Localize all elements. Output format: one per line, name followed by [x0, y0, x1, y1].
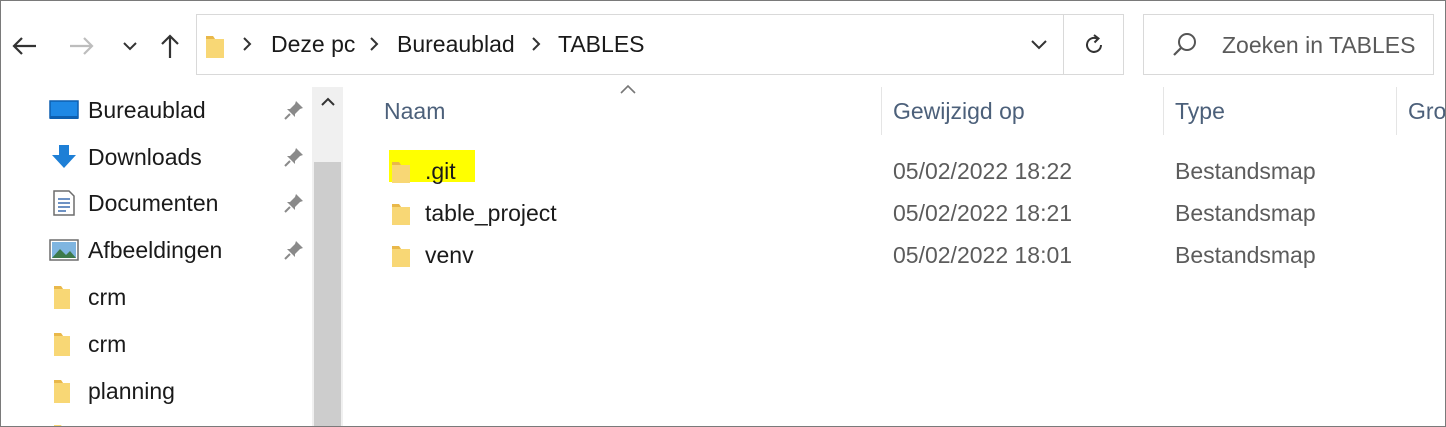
address-history-button[interactable]	[1017, 15, 1061, 74]
scroll-up-button[interactable]	[312, 87, 343, 117]
scrollbar-thumb[interactable]	[314, 162, 341, 426]
column-divider[interactable]	[1396, 87, 1397, 135]
chevron-up-icon	[320, 97, 335, 106]
file-modified: 05/02/2022 18:22	[893, 158, 1073, 184]
explorer-window: Deze pc Bureaublad TABLES Zoeken in TABL…	[0, 0, 1446, 427]
column-header-size[interactable]: Gro	[1408, 87, 1445, 135]
search-input[interactable]	[1222, 27, 1427, 63]
arrow-right-icon	[70, 37, 94, 55]
file-modified: 05/02/2022 18:21	[893, 200, 1073, 226]
document-icon	[53, 190, 75, 216]
breadcrumb-this-pc[interactable]: Deze pc	[271, 15, 355, 74]
folder-icon	[392, 162, 410, 183]
pin-icon[interactable]	[283, 146, 305, 168]
file-type: Bestandsmap	[1175, 242, 1316, 268]
sidebar-item-pictures[interactable]: Afbeeldingen	[1, 227, 311, 273]
breadcrumb-current-folder[interactable]: TABLES	[558, 15, 645, 74]
navigation-pane: Bureaublad Downloads Documenten Afbeeldi…	[1, 87, 343, 426]
chevron-down-icon	[123, 42, 137, 51]
table-row[interactable]: .git 05/02/2022 18:22 Bestandsmap	[343, 150, 1445, 192]
navigation-toolbar: Deze pc Bureaublad TABLES	[1, 1, 1445, 87]
folder-icon	[392, 246, 410, 267]
file-list: Naam Gewijzigd op Type Gro .git 05/02/20…	[343, 84, 1445, 426]
pin-icon[interactable]	[283, 192, 305, 214]
column-divider[interactable]	[1163, 87, 1164, 135]
chevron-down-icon	[1031, 40, 1047, 50]
file-type: Bestandsmap	[1175, 158, 1316, 184]
sidebar-item-label: Bureaublad	[88, 97, 206, 123]
sidebar-item-planning[interactable]: planning	[1, 368, 311, 414]
sidebar-item-label: planning	[88, 378, 175, 404]
file-name: table_project	[425, 200, 557, 226]
chevron-right-icon	[243, 37, 252, 51]
chevron-right-icon	[532, 37, 541, 51]
back-button[interactable]	[7, 27, 41, 65]
sidebar-item-label: Documenten	[88, 190, 219, 216]
sidebar-item-label: Afbeeldingen	[88, 237, 223, 263]
arrow-up-icon	[161, 34, 179, 58]
refresh-icon	[1086, 33, 1102, 53]
folder-icon	[54, 286, 70, 309]
chevron-right-icon	[370, 37, 379, 51]
recent-locations-button[interactable]	[117, 27, 143, 65]
folder-icon	[54, 380, 70, 403]
sidebar-scrollbar[interactable]	[312, 87, 343, 426]
folder-icon	[54, 425, 62, 426]
file-type: Bestandsmap	[1175, 200, 1316, 226]
folder-icon	[54, 333, 70, 356]
table-row[interactable]: table_project 05/02/2022 18:21 Bestandsm…	[343, 192, 1445, 234]
pin-icon[interactable]	[283, 239, 305, 261]
file-modified: 05/02/2022 18:01	[893, 242, 1073, 268]
file-name: .git	[425, 158, 456, 184]
download-icon	[52, 145, 76, 168]
folder-icon	[392, 204, 410, 225]
search-icon	[1173, 33, 1196, 56]
folder-icon	[206, 36, 224, 58]
forward-button[interactable]	[65, 27, 99, 65]
image-icon	[49, 239, 79, 261]
sort-ascending-icon	[620, 84, 636, 94]
desktop-icon	[49, 100, 79, 119]
file-name: venv	[425, 242, 474, 268]
up-button[interactable]	[153, 27, 187, 65]
column-divider[interactable]	[881, 87, 882, 135]
refresh-button[interactable]	[1063, 15, 1124, 74]
breadcrumb-desktop[interactable]: Bureaublad	[397, 15, 515, 74]
sidebar-item-desktop[interactable]: Bureaublad	[1, 87, 311, 133]
sidebar-item-label: crm	[88, 284, 127, 310]
table-row[interactable]: venv 05/02/2022 18:01 Bestandsmap	[343, 234, 1445, 276]
column-header-type[interactable]: Type	[1175, 87, 1225, 135]
sidebar-item-crm[interactable]: crm	[1, 274, 311, 320]
sidebar-item-label: crm	[88, 331, 127, 357]
sidebar-item-label: Downloads	[88, 144, 202, 170]
sidebar-item-crm-2[interactable]: crm	[1, 321, 311, 367]
sidebar-item-downloads[interactable]: Downloads	[1, 134, 311, 180]
column-header-modified[interactable]: Gewijzigd op	[893, 87, 1025, 135]
sidebar-item-documents[interactable]: Documenten	[1, 180, 311, 226]
search-box[interactable]	[1143, 14, 1434, 75]
column-header-name[interactable]: Naam	[384, 87, 445, 135]
pin-icon[interactable]	[283, 99, 305, 121]
arrow-left-icon	[12, 37, 36, 55]
address-bar[interactable]: Deze pc Bureaublad TABLES	[196, 14, 1124, 75]
